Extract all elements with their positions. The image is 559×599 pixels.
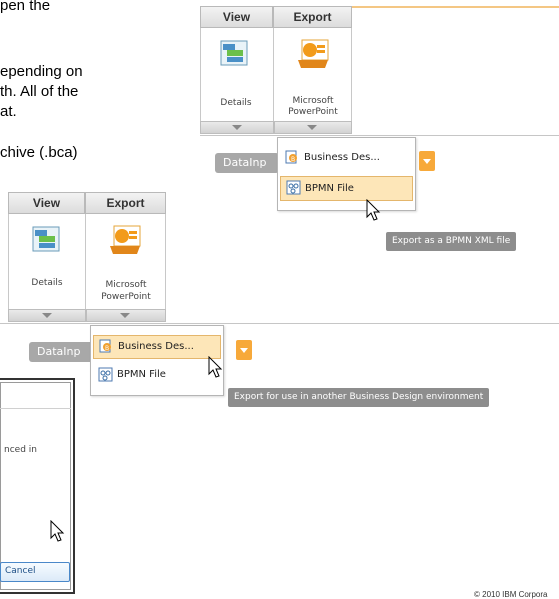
dialog-cancel-button[interactable]: Cancel [0,562,70,582]
details-icon[interactable] [31,224,61,254]
bottom-export-menu: B Business Des... BPMN File [90,325,224,396]
bottom-ppt-label-2: PowerPoint [101,292,151,302]
chevron-down-icon [307,125,317,130]
top-ppt-label-1: Microsoft [292,96,334,106]
svg-text:B: B [105,345,109,352]
bottom-divider-line [0,323,559,324]
top-ribbon-divider [273,28,274,134]
bottom-ribbon: View Export Details Microsoft PowerPoint [8,192,166,322]
dialog-body-text: nced in [4,445,37,455]
bottom-menu-item-business-design[interactable]: B Business Des... [93,335,221,359]
bottom-tab-export[interactable]: Export [85,192,166,214]
slide-text-line-5: chive (.bca) [0,144,78,161]
slide-text-line-3: th. All of the [0,83,79,100]
chevron-down-icon [232,125,242,130]
bottom-details-label: Details [31,278,63,288]
bottom-datainput-field[interactable]: DataInp [29,342,93,362]
top-divider-line [200,135,559,136]
top-tab-view[interactable]: View [200,6,273,28]
bottom-menu-label-business-design: Business Des... [118,341,194,352]
business-design-icon: B [285,150,297,164]
top-menu-label-business-design: Business Des... [304,152,380,163]
mouse-cursor-icon [366,199,381,221]
svg-text:B: B [291,156,295,163]
top-menu-item-bpmn-file[interactable]: BPMN File [280,176,413,201]
bottom-ribbon-divider [85,214,86,322]
business-design-icon: B [99,339,111,353]
dialog-cancel-label: Cancel [5,566,36,576]
top-border-orange [352,6,559,8]
slide-text-line-2: epending on [0,63,83,80]
slide-text-line-4: at. [0,103,17,120]
details-icon[interactable] [219,38,249,68]
bottom-tooltip: Export for use in another Business Desig… [228,388,490,407]
bottom-menu-label-bpmn-file: BPMN File [117,369,166,380]
top-orange-dropdown-button[interactable] [419,151,435,171]
bpmn-file-icon [286,180,301,195]
top-menu-label-bpmn-file: BPMN File [305,183,354,194]
top-datainput-field[interactable]: DataInp [215,153,279,173]
powerpoint-icon[interactable] [107,222,143,258]
chevron-down-icon [120,313,130,318]
bottom-menu-item-bpmn-file[interactable]: BPMN File [93,364,221,386]
top-ribbon: View Export Details Microsoft PowerPoint [200,6,352,134]
dialog-inner-border [0,382,71,590]
dialog-window: nced in Cancel [0,378,75,594]
mouse-cursor-icon [50,520,65,542]
powerpoint-icon[interactable] [295,36,331,72]
bottom-tab-view[interactable]: View [8,192,85,214]
mouse-cursor-icon [208,356,223,378]
top-export-menu: B Business Des... BPMN File [277,137,416,211]
bpmn-file-icon [98,367,113,382]
top-details-label: Details [220,98,252,108]
slide-text-line-1: pen the [0,0,51,14]
bottom-orange-dropdown-button[interactable] [236,340,252,360]
dialog-title-divider [0,408,71,409]
top-tooltip: Export as a BPMN XML file [386,232,517,251]
top-tab-export[interactable]: Export [273,6,352,28]
top-menu-item-business-design[interactable]: B Business Des... [280,147,413,169]
chevron-down-icon [42,313,52,318]
bottom-ppt-label-1: Microsoft [105,280,147,290]
top-ppt-label-2: PowerPoint [288,107,338,117]
